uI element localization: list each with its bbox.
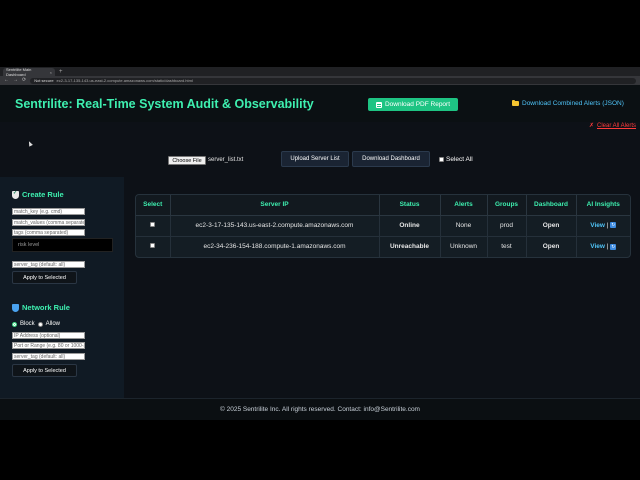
table-header-row: Select Server IP Status Alerts Groups Da… (136, 195, 630, 216)
status-badge: Online (379, 215, 441, 237)
open-dashboard-link[interactable]: Open (526, 236, 577, 257)
allow-label: Allow (45, 321, 61, 327)
clear-icon: ✗ (589, 123, 595, 129)
server-table: Select Server IP Status Alerts Groups Da… (136, 195, 630, 257)
ip-address-input[interactable]: IP Address (optional) (12, 332, 85, 339)
shield-icon (12, 303, 19, 312)
refresh-icon[interactable]: ↻ (610, 222, 617, 229)
create-rule-title: Create Rule (12, 190, 64, 199)
column-header-alerts: Alerts (440, 195, 488, 216)
table-row: ec2-34-236-154-188.compute-1.amazonaws.c… (136, 236, 630, 257)
view-insights-link[interactable]: View (590, 222, 605, 229)
shield-check-icon (12, 190, 19, 199)
pdf-icon (375, 101, 382, 108)
match-key-input[interactable]: match_key (e.g. cmd) (12, 208, 85, 215)
column-header-dashboard: Dashboard (526, 195, 577, 216)
url-field[interactable]: Not secure ec2-3-17-135-143.us-east-2.co… (30, 77, 636, 84)
mouse-cursor (27, 140, 33, 147)
browser-tab[interactable]: Sentrilite Main Dashboard × (3, 67, 55, 77)
server-ip-cell: ec2-3-17-135-143.us-east-2.compute.amazo… (170, 215, 380, 237)
separator: | (606, 243, 609, 251)
block-label: Block (20, 321, 35, 327)
app: Sentrilite: Real-Time System Audit & Obs… (0, 85, 640, 420)
footer: © 2025 Sentrilite Inc. All rights reserv… (0, 398, 640, 420)
view-insights-link[interactable]: View (590, 243, 605, 250)
block-allow-radios: Block Allow (12, 321, 60, 327)
tags-input[interactable]: tags (comma separated) (12, 229, 85, 236)
sidebar: Create Rule match_key (e.g. cmd) match_v… (0, 177, 124, 415)
url-text: ec2-3-17-135-143.us-east-2.compute.amazo… (56, 78, 193, 83)
block-radio[interactable] (12, 321, 17, 327)
tab-close-icon[interactable]: × (50, 70, 52, 75)
apply-network-rule-button[interactable]: Apply to Selected (12, 364, 77, 377)
select-all[interactable]: Select All (439, 156, 473, 163)
column-header-select: Select (136, 195, 171, 216)
network-rule-label: Network Rule (22, 303, 70, 312)
file-name: server_list.txt (208, 157, 244, 163)
column-header-server-ip: Server IP (170, 195, 380, 216)
app-header: Sentrilite: Real-Time System Audit & Obs… (0, 85, 640, 122)
column-header-ai-insights: AI Insights (576, 195, 630, 216)
column-header-groups: Groups (487, 195, 527, 216)
row-select-cell (136, 215, 171, 237)
choose-file-button[interactable]: Choose File (168, 156, 206, 165)
tab-bar: Sentrilite Main Dashboard × + (0, 67, 640, 77)
column-header-status: Status (379, 195, 441, 216)
match-values-input[interactable]: match_values (comma separated) (12, 219, 85, 226)
groups-cell: prod (487, 215, 527, 237)
ai-insights-cell: View | ↻ (576, 236, 630, 257)
port-range-input[interactable]: Port or Range (e.g. 80 or 1000-2000) (12, 342, 85, 349)
folder-icon (512, 99, 519, 106)
table-row: ec2-3-17-135-143.us-east-2.compute.amazo… (136, 215, 630, 237)
download-pdf-label: Download PDF Report (384, 101, 451, 108)
download-json-link[interactable]: Download Combined Alerts (JSON) (512, 99, 624, 107)
row-checkbox[interactable] (150, 222, 156, 227)
groups-cell: test (487, 236, 527, 257)
forward-icon[interactable]: → (13, 76, 18, 85)
row-checkbox[interactable] (150, 243, 156, 249)
open-dashboard-link[interactable]: Open (526, 215, 577, 237)
status-badge: Unreachable (379, 236, 441, 257)
screen: Sentrilite Main Dashboard × + ← → ⟳ Not … (0, 0, 640, 480)
apply-rule-button[interactable]: Apply to Selected (12, 271, 77, 284)
create-rule-label: Create Rule (22, 190, 64, 199)
separator: | (606, 222, 609, 229)
server-ip-cell: ec2-34-236-154-188.compute-1.amazonaws.c… (170, 236, 380, 257)
back-icon[interactable]: ← (4, 76, 9, 85)
alerts-cell: Unknown (440, 236, 488, 257)
risk-level-select[interactable]: risk level (12, 238, 113, 252)
server-tag-input[interactable]: server_tag (default: all) (12, 261, 85, 268)
row-select-cell (136, 236, 171, 257)
alerts-cell: None (440, 215, 488, 237)
upload-server-list-button[interactable]: Upload Server List (281, 151, 349, 167)
clear-alerts-link[interactable]: Clear All Alerts (597, 123, 636, 129)
download-json-label: Download Combined Alerts (JSON) (522, 100, 624, 107)
address-bar: ← → ⟳ Not secure ec2-3-17-135-143.us-eas… (0, 76, 640, 85)
network-rule-title: Network Rule (12, 303, 70, 312)
reload-icon[interactable]: ⟳ (22, 76, 26, 85)
not-secure-label: Not secure (34, 78, 54, 83)
server-table-container: Select Server IP Status Alerts Groups Da… (135, 194, 631, 258)
browser-window: Sentrilite Main Dashboard × + ← → ⟳ Not … (0, 67, 640, 420)
select-all-label: Select All (446, 156, 473, 163)
select-all-checkbox[interactable] (439, 157, 444, 162)
allow-radio[interactable] (37, 321, 43, 327)
download-dashboard-button[interactable]: Download Dashboard (352, 151, 430, 167)
refresh-icon[interactable]: ↻ (610, 243, 617, 250)
download-pdf-button[interactable]: Download PDF Report (368, 98, 458, 111)
ai-insights-cell: View | ↻ (576, 215, 630, 237)
footer-text: © 2025 Sentrilite Inc. All rights reserv… (220, 406, 420, 413)
page-title: Sentrilite: Real-Time System Audit & Obs… (15, 97, 314, 111)
new-tab-icon[interactable]: + (59, 68, 63, 76)
network-server-tag-input[interactable]: server_tag (default: all) (12, 353, 85, 360)
